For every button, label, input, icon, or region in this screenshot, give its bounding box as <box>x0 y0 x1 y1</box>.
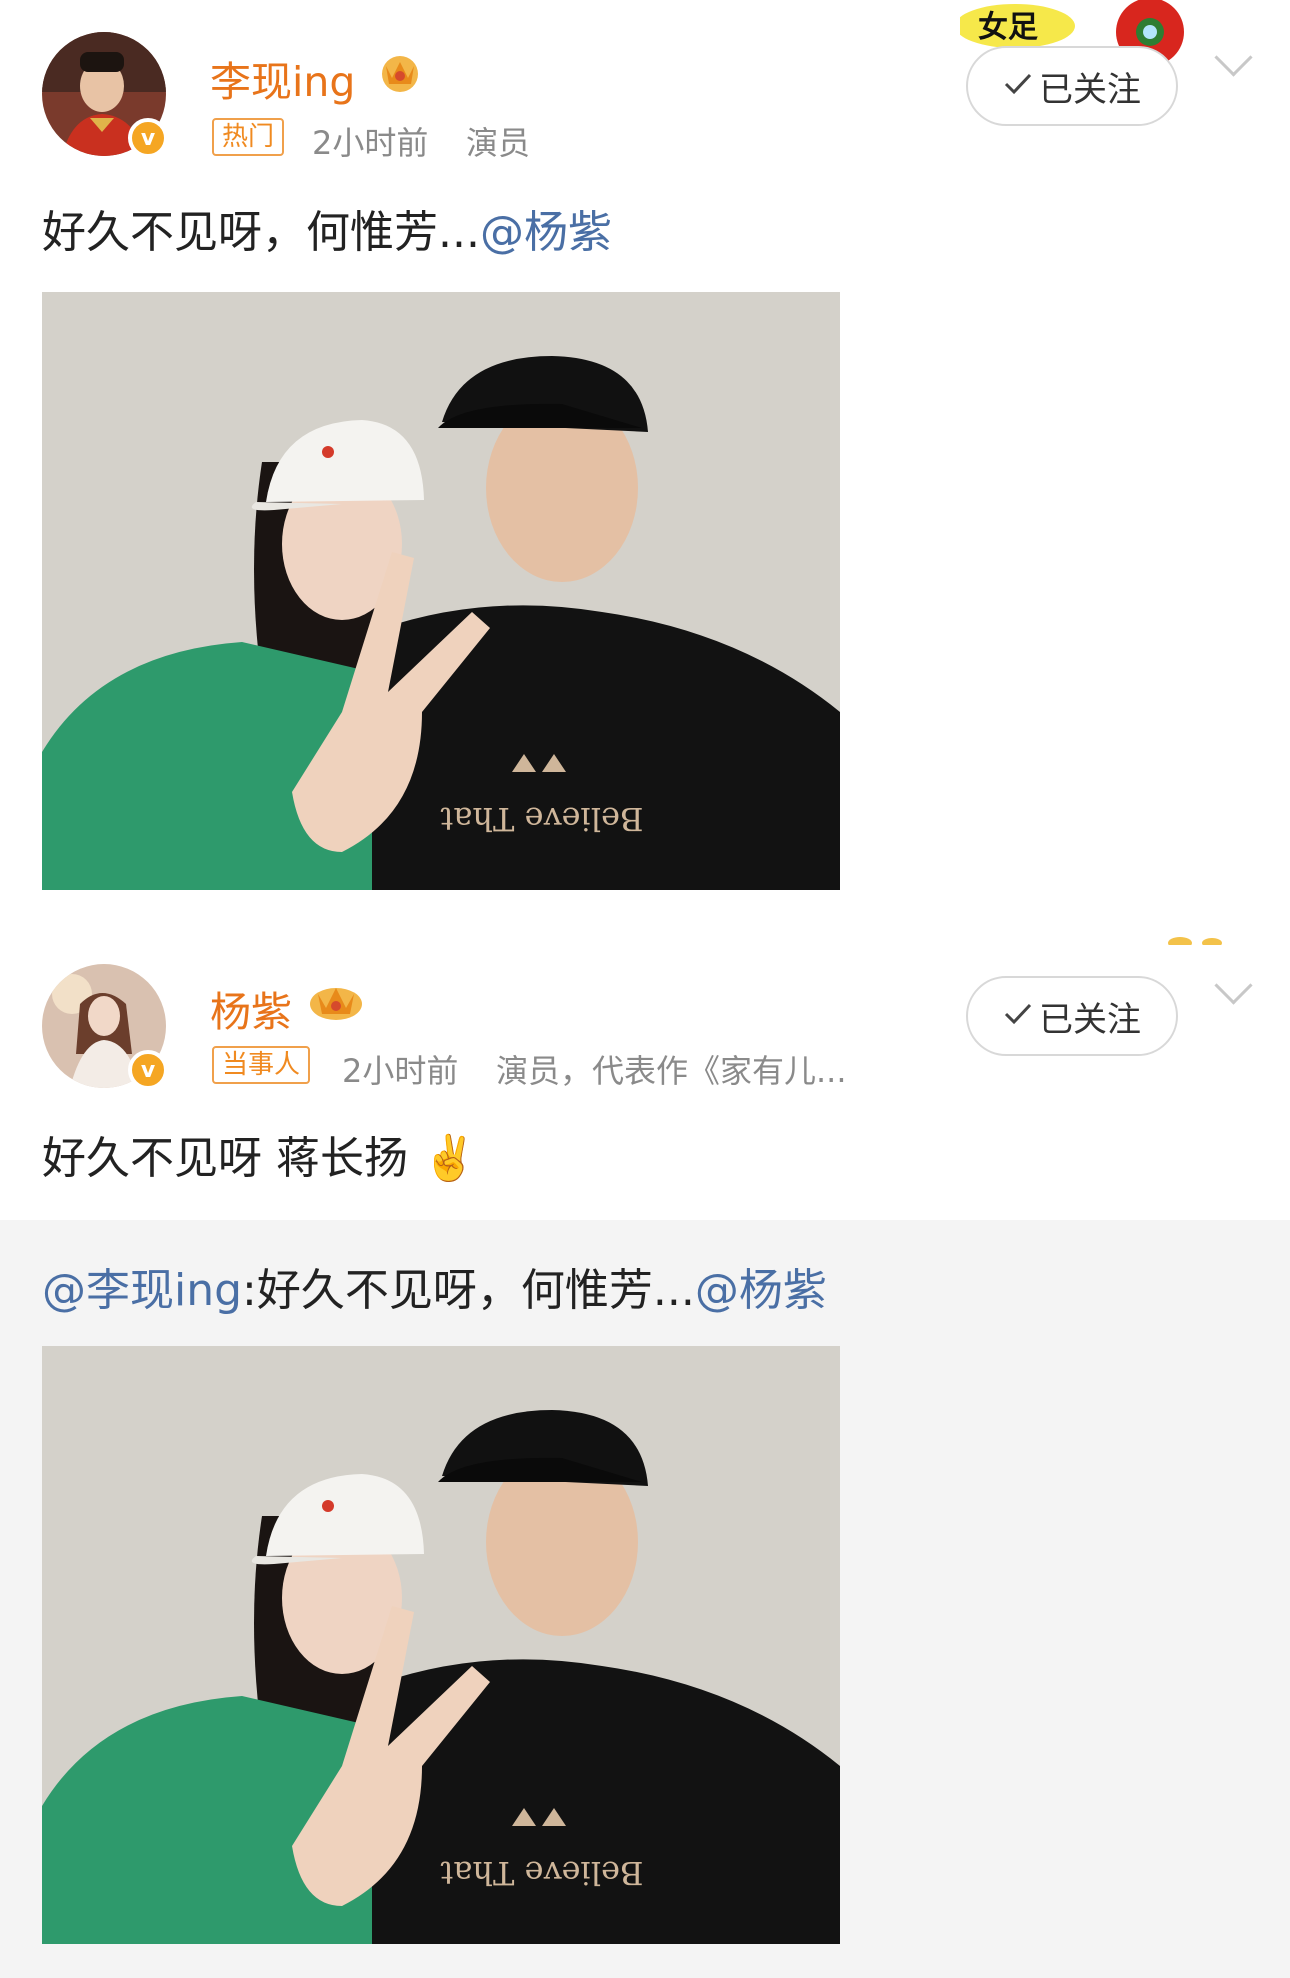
party-tag: 当事人 <box>212 1046 311 1084</box>
chevron-down-icon[interactable] <box>1214 38 1253 77</box>
post-time: 2小时前 <box>312 124 429 162</box>
follow-label: 已关注 <box>1039 69 1141 110</box>
crown-icon <box>308 982 364 1026</box>
mention-link[interactable]: @杨紫 <box>480 207 612 258</box>
post-time: 2小时前 <box>342 1052 459 1090</box>
avatar[interactable]: v <box>42 964 168 1090</box>
username[interactable]: 李现ing <box>210 48 355 108</box>
repost-block[interactable]: @李现ing:好久不见呀，何惟芳...@杨紫 Believe That <box>0 1220 1290 1978</box>
sticker-text: 女足 <box>978 10 1038 45</box>
avatar[interactable]: v <box>42 32 168 158</box>
weibo-post: 女足 v 李现ing 热门 2小时前 演员 已关注 好久不见呀，何惟芳...@杨… <box>0 0 1290 930</box>
post-photo[interactable]: Believe That <box>42 292 840 890</box>
post-text: 好久不见呀，何惟芳...@杨紫 <box>42 196 612 260</box>
user-description: 演员 <box>466 124 531 162</box>
weibo-post: v 杨紫 当事人 2小时前 演员，代表作《家有儿... 已关注 好久不见呀 蒋长… <box>0 930 1290 1220</box>
repost-author-link[interactable]: @李现ing <box>42 1265 242 1316</box>
verified-badge-icon: v <box>128 118 168 158</box>
crown-icon <box>378 52 422 96</box>
chevron-down-icon[interactable] <box>1214 966 1253 1005</box>
repost-photo[interactable]: Believe That <box>42 1346 840 1944</box>
check-icon <box>1003 66 1033 106</box>
follow-label: 已关注 <box>1039 999 1141 1040</box>
mention-link[interactable]: @杨紫 <box>695 1265 827 1316</box>
check-icon <box>1003 996 1033 1036</box>
post-text-body: 好久不见呀 蒋长扬 <box>42 1133 408 1184</box>
post-text-body: 好久不见呀，何惟芳... <box>42 207 480 258</box>
user-description: 演员，代表作《家有儿... <box>496 1052 847 1090</box>
post-text: 好久不见呀 蒋长扬 ✌️ <box>42 1122 477 1186</box>
hot-tag: 热门 <box>212 118 285 156</box>
follow-button[interactable]: 已关注 <box>966 976 1178 1056</box>
username[interactable]: 杨紫 <box>210 978 292 1038</box>
follow-button[interactable]: 已关注 <box>966 46 1178 126</box>
shirt-text: Believe That <box>440 800 643 838</box>
shirt-text: Believe That <box>440 1854 643 1892</box>
emoji-sticker <box>1160 930 1240 949</box>
repost-text: @李现ing:好久不见呀，何惟芳...@杨紫 <box>42 1254 827 1318</box>
victory-emoji: ✌️ <box>422 1133 477 1184</box>
verified-badge-icon: v <box>128 1050 168 1090</box>
repost-text-body: :好久不见呀，何惟芳... <box>242 1265 695 1316</box>
